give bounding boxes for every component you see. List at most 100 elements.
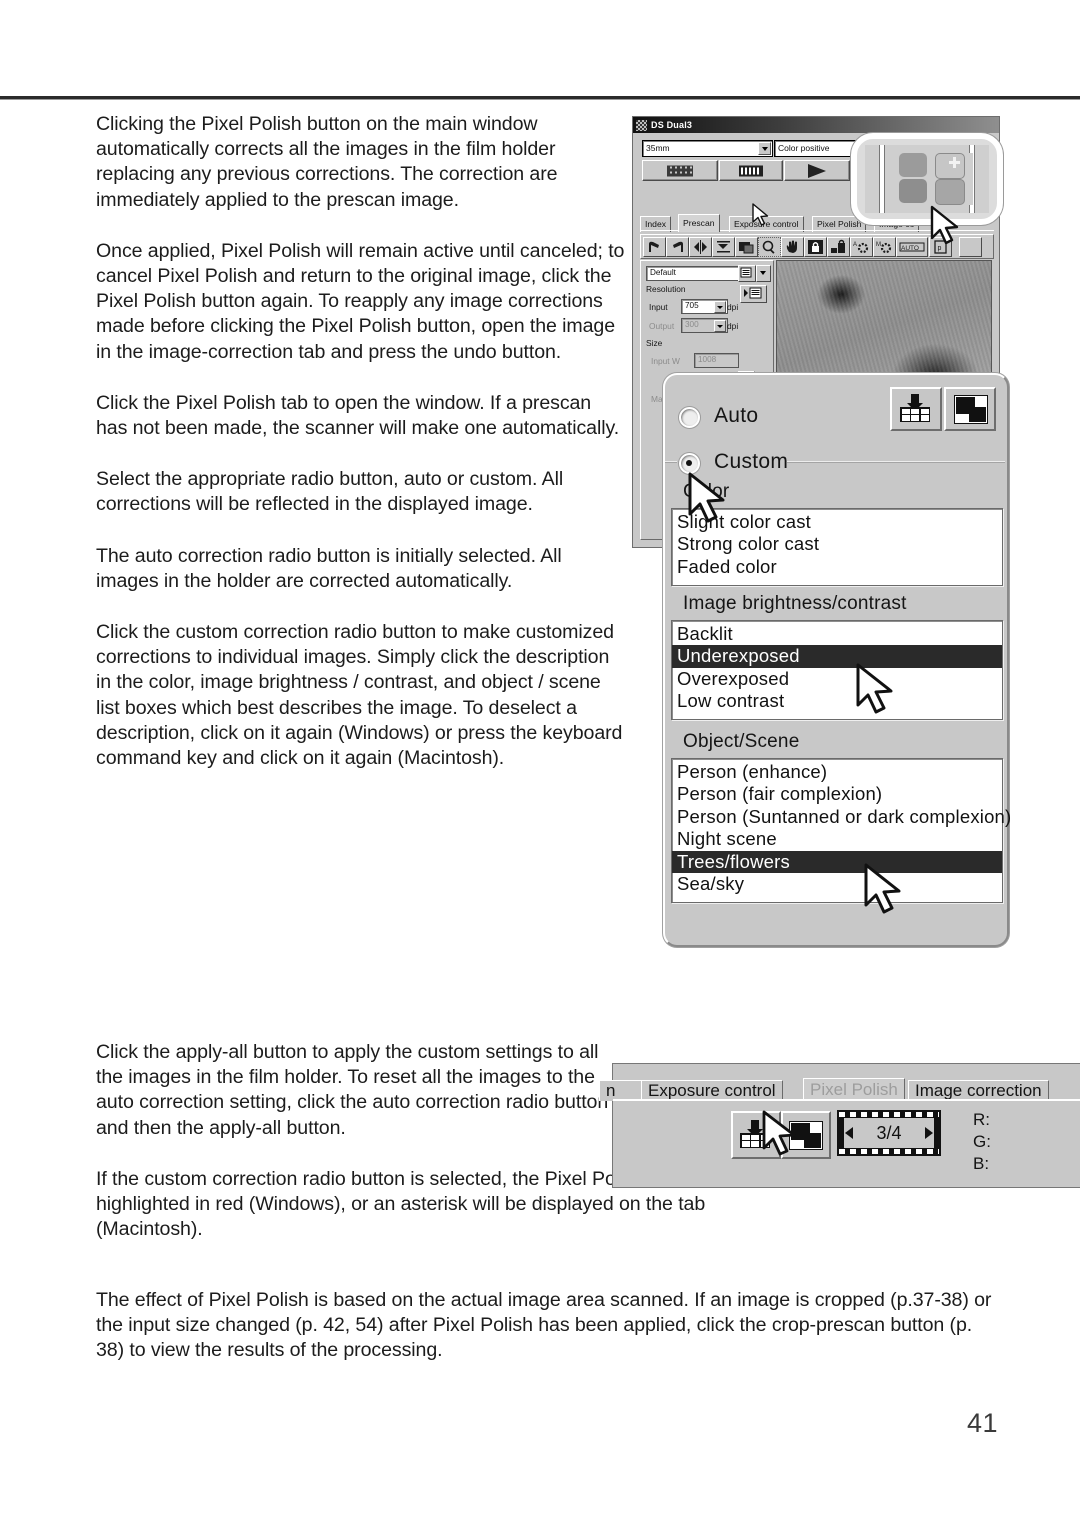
paragraph-6: Click the custom correction radio button… <box>96 621 623 770</box>
window-titlebar: DS Dual3 <box>633 117 999 133</box>
paragraph-2: Once applied, Pixel Polish will remain a… <box>96 239 625 363</box>
list-item[interactable]: Person (fair complexion) <box>672 783 1002 805</box>
list-item-selected[interactable]: Underexposed <box>672 645 1002 668</box>
compare-button[interactable] <box>944 387 996 431</box>
hand-button[interactable] <box>781 237 804 257</box>
input-width-field[interactable]: 1008 <box>694 353 739 368</box>
compare-button[interactable] <box>781 1111 831 1159</box>
input-resolution-value: 705 <box>685 301 699 310</box>
brightness-section-label: Image brightness/contrast <box>683 593 907 614</box>
auto-expose-button[interactable]: A <box>850 237 873 257</box>
apply-all-button[interactable] <box>731 1111 781 1159</box>
window-title: DS Dual3 <box>651 120 693 130</box>
lower-tabbar: n Exposure control Pixel Polish Image co… <box>599 1078 1080 1101</box>
manual-expose-button[interactable]: M <box>873 237 896 257</box>
tab-image-correction[interactable]: Image correction <box>908 1080 1049 1101</box>
chevron-down-icon <box>760 271 766 275</box>
input-width-value: 1008 <box>698 355 717 364</box>
play-triangle-icon <box>808 163 826 178</box>
down-arrow-icon <box>747 1120 763 1137</box>
output-resolution-value: 300 <box>685 320 699 329</box>
flip-horizontal-button[interactable] <box>689 237 712 257</box>
output-resolution-field[interactable]: 300 <box>681 318 728 333</box>
chevron-down-icon[interactable] <box>714 301 726 313</box>
color-section-label: Color <box>683 481 730 502</box>
previous-frame-button[interactable] <box>845 1127 853 1139</box>
apply-all-icon <box>740 1120 770 1148</box>
apply-all-button[interactable] <box>890 387 942 431</box>
pixel-quadrant-br <box>935 179 965 205</box>
pixel-polish-button-magnified[interactable] <box>899 153 973 205</box>
list-item[interactable]: Slight color cast <box>672 511 1002 533</box>
preset-dropdown-button[interactable] <box>756 265 771 282</box>
page-number: 41 <box>966 1408 998 1438</box>
chevron-down-icon[interactable] <box>758 142 771 155</box>
input-resolution-label: Input <box>649 302 668 312</box>
scan-button[interactable] <box>784 160 850 181</box>
preset-field[interactable]: Default <box>646 266 739 281</box>
list-item[interactable]: Strong color cast <box>672 533 1002 555</box>
film-type-value: Color positive <box>778 143 830 153</box>
list-item[interactable]: Person (enhance) <box>672 761 1002 783</box>
list-item[interactable]: Sea/sky <box>672 873 1002 895</box>
fit-window-button[interactable] <box>735 237 758 257</box>
film-format-value: 35mm <box>646 143 670 153</box>
film-format-dropdown[interactable]: 35mm <box>642 140 773 157</box>
app-icon <box>636 120 647 131</box>
tab-pixel-polish[interactable]: Pixel Polish <box>803 1078 905 1101</box>
down-arrow-icon <box>907 394 923 411</box>
tab-exposure-control[interactable]: Exposure control <box>641 1080 783 1101</box>
list-item[interactable]: Person (Suntanned or dark complexion) <box>672 806 1011 828</box>
custom-radio-button[interactable] <box>679 453 700 474</box>
auto-radio-button[interactable] <box>679 407 700 428</box>
next-frame-button[interactable] <box>925 1127 933 1139</box>
final-text-column: The effect of Pixel Polish is based on t… <box>96 1288 991 1390</box>
resolution-options-button[interactable] <box>740 285 767 303</box>
input-width-label: Input W <box>651 356 680 366</box>
flip-vertical-button[interactable] <box>712 237 735 257</box>
tab-prescan[interactable]: Prescan <box>678 214 720 232</box>
callout-magnifier <box>851 133 1003 225</box>
film-strip-icon <box>739 165 763 176</box>
brightness-listbox[interactable]: Backlit Underexposed Overexposed Low con… <box>671 620 1003 720</box>
paragraph-7: Click the apply-all button to apply the … <box>96 1041 609 1139</box>
list-item[interactable]: Backlit <box>672 623 1002 645</box>
help-button[interactable]: p <box>929 237 952 257</box>
film-perforations-top <box>839 1112 939 1117</box>
magnifier-button[interactable] <box>758 237 781 257</box>
grid-icon <box>900 407 930 422</box>
svg-text:M: M <box>876 242 881 248</box>
input-resolution-field[interactable]: 705 <box>681 299 728 314</box>
color-listbox[interactable]: Slight color cast Strong color cast Fade… <box>671 508 1003 586</box>
lock-aspect-button[interactable] <box>804 237 827 257</box>
svg-text:A: A <box>853 242 857 248</box>
frame-navigator: 3/4 <box>837 1110 941 1156</box>
chevron-down-icon[interactable] <box>714 320 726 332</box>
list-item[interactable]: Low contrast <box>672 690 1002 712</box>
resolution-label: Resolution <box>646 284 686 294</box>
paragraph-5: The auto correction radio button is init… <box>96 544 562 592</box>
lower-text-column: Click the apply-all button to apply the … <box>96 1040 736 1268</box>
object-listbox[interactable]: Person (enhance) Person (fair complexion… <box>671 758 1011 903</box>
tab-prescan-partial[interactable]: n <box>599 1080 647 1101</box>
list-item[interactable]: Faded color <box>672 556 1002 578</box>
rotate-right-button[interactable] <box>666 237 689 257</box>
output-resolution-label: Output <box>649 321 675 331</box>
list-item-selected[interactable]: Trees/flowers <box>672 850 1002 874</box>
aux-tool-button[interactable] <box>959 237 982 257</box>
paragraph-1: Clicking the Pixel Polish button on the … <box>96 113 558 211</box>
compare-images-icon <box>954 395 988 424</box>
rotate-left-button[interactable] <box>643 237 666 257</box>
prescan-button[interactable] <box>719 160 783 181</box>
list-item[interactable]: Night scene <box>672 828 1002 850</box>
toolbar-edge-left <box>879 145 885 213</box>
rgb-readout-g: G: <box>973 1132 991 1151</box>
rgb-readout-b: B: <box>973 1154 990 1173</box>
list-item[interactable]: Overexposed <box>672 668 1002 690</box>
size-label: Size <box>646 338 663 348</box>
preset-menu-button[interactable] <box>738 265 756 282</box>
auto-dust-brush-button[interactable]: AUTO <box>896 237 928 257</box>
index-scan-button[interactable] <box>642 160 718 181</box>
svg-text:AUTO: AUTO <box>901 245 919 252</box>
lock-button[interactable] <box>827 237 850 257</box>
